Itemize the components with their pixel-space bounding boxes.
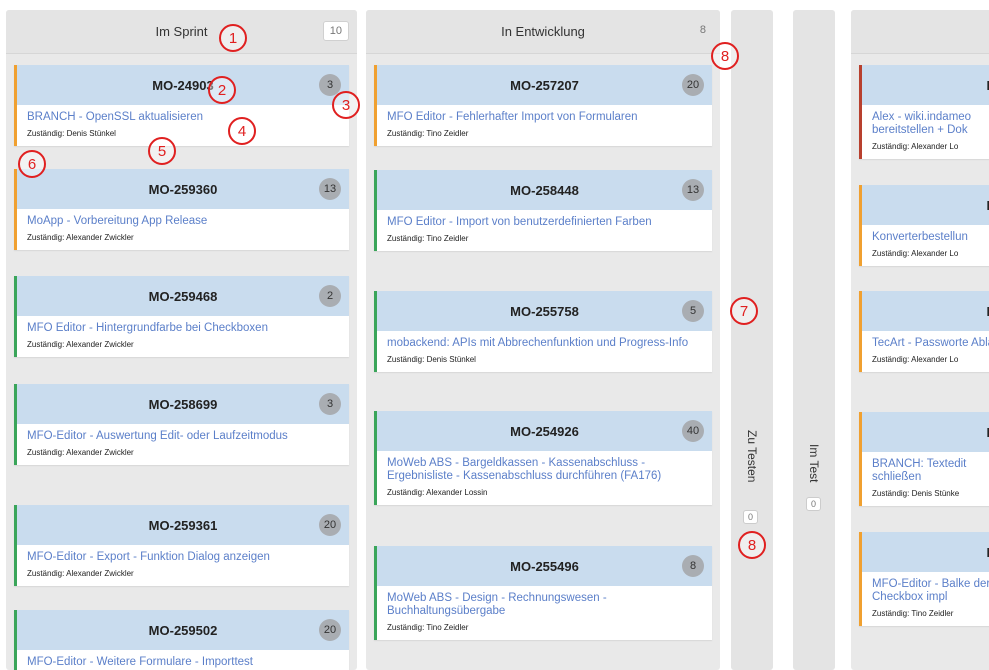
ticket-title[interactable]: MFO-Editor - Auswertung Edit- oder Laufz…: [17, 424, 349, 445]
column-count: 10: [322, 21, 349, 41]
column-in-entwicklung: In Entwicklung 8 MO-257207 20 MFO Editor…: [366, 10, 720, 670]
ticket-title[interactable]: MFO-Editor - Export - Funktion Dialog an…: [17, 545, 349, 566]
annotation-marker-6: 6: [18, 150, 46, 178]
ticket-assignee: Zuständig: Alexander Zwickler: [27, 569, 134, 578]
ticket-card[interactable]: MO-24903 3 BRANCH - OpenSSL aktualisiere…: [14, 65, 349, 146]
story-points-badge: 20: [682, 74, 704, 96]
ticket-card[interactable]: MO-259360 13 MoApp - Vorbereitung App Re…: [14, 169, 349, 250]
ticket-card[interactable]: MO-258448 13 MFO Editor - Import von ben…: [374, 170, 712, 251]
ticket-title[interactable]: MFO-Editor - Weitere Formulare - Importt…: [17, 650, 349, 670]
ticket-title[interactable]: BRANCH - OpenSSL aktualisieren: [17, 105, 349, 126]
ticket-card[interactable]: MO MFO-Editor - Balke der Checkbox impl …: [859, 532, 989, 626]
ticket-id[interactable]: MO-255758: [510, 304, 579, 319]
ticket-id[interactable]: MO-259502: [149, 623, 218, 638]
ticket-card[interactable]: MO-259361 20 MFO-Editor - Export - Funkt…: [14, 505, 349, 586]
ticket-title[interactable]: mobackend: APIs mit Abbrechenfunktion un…: [377, 331, 712, 352]
ticket-title[interactable]: MFO Editor - Hintergrundfarbe bei Checkb…: [17, 316, 349, 337]
ticket-title[interactable]: MFO-Editor - Balke der Checkbox impl: [862, 572, 989, 606]
ticket-title[interactable]: MoWeb ABS - Design - Rechnungswesen - Bu…: [377, 586, 712, 620]
annotation-marker-1: 1: [219, 24, 247, 52]
ticket-assignee: Zuständig: Denis Stünkel: [27, 129, 116, 138]
annotation-marker-3: 3: [332, 91, 360, 119]
ticket-assignee: Zuständig: Tino Zeidler: [872, 609, 954, 618]
ticket-id[interactable]: MO-259468: [149, 289, 218, 304]
column-im-sprint: Im Sprint 10 MO-24903 3 BRANCH - OpenSSL…: [6, 10, 357, 670]
ticket-title[interactable]: MFO Editor - Fehlerhafter Import von For…: [377, 105, 712, 126]
story-points-badge: 13: [319, 178, 341, 200]
ticket-card[interactable]: MO-254926 40 MoWeb ABS - Bargeldkassen -…: [374, 411, 712, 505]
story-points-badge: 5: [682, 300, 704, 322]
ticket-title[interactable]: MoWeb ABS - Bargeldkassen - Kassenabschl…: [377, 451, 712, 485]
column-im-test-collapsed[interactable]: Im Test 0: [793, 10, 835, 670]
story-points-badge: 20: [319, 619, 341, 641]
column-header: [851, 10, 989, 54]
ticket-assignee: Zuständig: Tino Zeidler: [387, 234, 469, 243]
story-points-badge: 40: [682, 420, 704, 442]
column-title: Zu Testen: [745, 430, 759, 483]
ticket-id[interactable]: MO-259361: [149, 518, 218, 533]
column-count: 0: [806, 497, 822, 511]
annotation-marker-7: 7: [730, 297, 758, 325]
ticket-card[interactable]: MO BRANCH: Textedit schließen Zuständig:…: [859, 412, 989, 506]
ticket-card[interactable]: MO-258699 3 MFO-Editor - Auswertung Edit…: [14, 384, 349, 465]
ticket-assignee: Zuständig: Alexander Lossin: [387, 488, 488, 497]
ticket-title[interactable]: Konverterbestellun: [862, 225, 989, 246]
ticket-assignee: Zuständig: Tino Zeidler: [387, 129, 469, 138]
annotation-marker-2: 2: [208, 76, 236, 104]
ticket-id[interactable]: MO-259360: [149, 182, 218, 197]
column-count: 0: [743, 510, 759, 524]
column-title: In Entwicklung: [501, 24, 585, 39]
story-points-badge: 8: [682, 555, 704, 577]
story-points-badge: 13: [682, 179, 704, 201]
column-count: 8: [699, 24, 706, 36]
ticket-card[interactable]: MO Alex - wiki.indameo bereitstellen + D…: [859, 65, 989, 159]
ticket-card[interactable]: MO-257207 20 MFO Editor - Fehlerhafter I…: [374, 65, 712, 146]
ticket-card[interactable]: MO-259502 20 MFO-Editor - Weitere Formul…: [14, 610, 349, 670]
ticket-card[interactable]: MO TecArt - Passworte Ablauf Zuständig: …: [859, 291, 989, 372]
ticket-id[interactable]: MO-257207: [510, 78, 579, 93]
story-points-badge: 20: [319, 514, 341, 536]
ticket-id[interactable]: MO-258699: [149, 397, 218, 412]
ticket-title[interactable]: MoApp - Vorbereitung App Release: [17, 209, 349, 230]
column-title: Im Sprint: [155, 24, 208, 39]
ticket-id[interactable]: MO-255496: [510, 559, 579, 574]
ticket-assignee: Zuständig: Alexander Lo: [872, 142, 959, 151]
ticket-title[interactable]: BRANCH: Textedit schließen: [862, 452, 989, 486]
column-title: Im Test: [807, 444, 821, 483]
annotation-marker-4: 4: [228, 117, 256, 145]
ticket-id[interactable]: MO-258448: [510, 183, 579, 198]
annotation-marker-8b: 8: [738, 531, 766, 559]
annotation-marker-5: 5: [148, 137, 176, 165]
ticket-assignee: Zuständig: Denis Stünke: [872, 489, 960, 498]
ticket-id[interactable]: MO-24903: [152, 78, 213, 93]
ticket-card[interactable]: MO-259468 2 MFO Editor - Hintergrundfarb…: [14, 276, 349, 357]
ticket-assignee: Zuständig: Alexander Zwickler: [27, 233, 134, 242]
ticket-assignee: Zuständig: Alexander Lo: [872, 355, 959, 364]
story-points-badge: 3: [319, 393, 341, 415]
ticket-card[interactable]: MO Konverterbestellun Zuständig: Alexand…: [859, 185, 989, 266]
ticket-title[interactable]: Alex - wiki.indameo bereitstellen + Dok: [862, 105, 989, 139]
ticket-card[interactable]: MO-255758 5 mobackend: APIs mit Abbreche…: [374, 291, 712, 372]
ticket-assignee: Zuständig: Alexander Zwickler: [27, 448, 134, 457]
column-header: In Entwicklung 8: [366, 10, 720, 54]
column-header: Im Sprint 10: [6, 10, 357, 54]
ticket-title[interactable]: TecArt - Passworte Ablauf: [862, 331, 989, 352]
ticket-title[interactable]: MFO Editor - Import von benutzerdefinier…: [377, 210, 712, 231]
ticket-assignee: Zuständig: Denis Stünkel: [387, 355, 476, 364]
ticket-assignee: Zuständig: Alexander Lo: [872, 249, 959, 258]
ticket-assignee: Zuständig: Tino Zeidler: [387, 623, 469, 632]
ticket-card[interactable]: MO-255496 8 MoWeb ABS - Design - Rechnun…: [374, 546, 712, 640]
story-points-badge: 2: [319, 285, 341, 307]
column-zu-testen-collapsed[interactable]: Zu Testen 0: [731, 10, 773, 670]
column-partial-right: MO Alex - wiki.indameo bereitstellen + D…: [851, 10, 989, 670]
annotation-marker-8: 8: [711, 42, 739, 70]
ticket-assignee: Zuständig: Alexander Zwickler: [27, 340, 134, 349]
ticket-id[interactable]: MO-254926: [510, 424, 579, 439]
